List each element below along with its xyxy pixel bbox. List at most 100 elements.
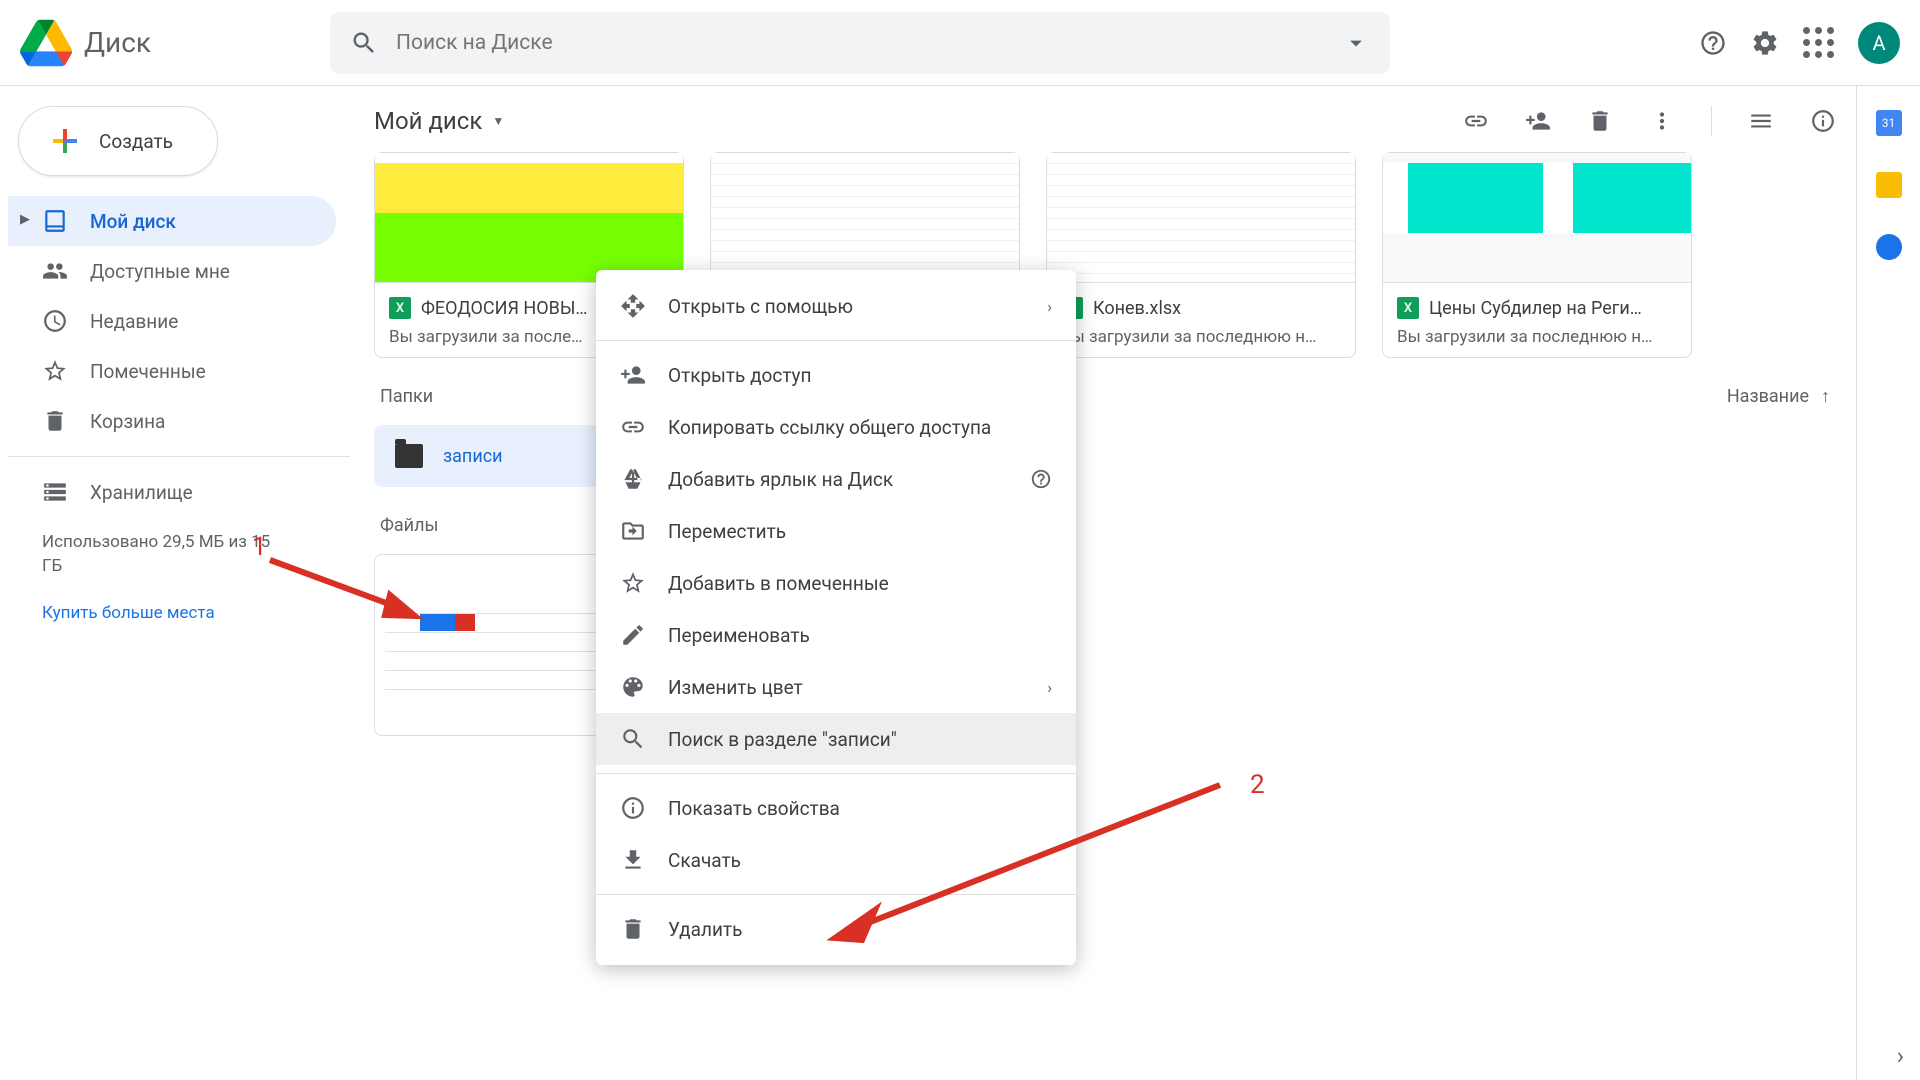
chevron-right-icon: › xyxy=(1047,678,1052,697)
menu-change-color[interactable]: Изменить цвет › xyxy=(596,661,1076,713)
file-card[interactable]: X Цены Субдилер на Реги… Вы загрузили за … xyxy=(1382,152,1692,358)
delete-icon[interactable] xyxy=(1587,108,1613,134)
calendar-icon[interactable]: 31 xyxy=(1876,110,1902,136)
menu-download[interactable]: Скачать xyxy=(596,834,1076,886)
share-icon[interactable] xyxy=(1525,108,1551,134)
search-icon xyxy=(350,29,378,57)
menu-rename[interactable]: Переименовать xyxy=(596,609,1076,661)
menu-share[interactable]: Открыть доступ xyxy=(596,349,1076,401)
search-input[interactable] xyxy=(396,31,1342,55)
settings-icon[interactable] xyxy=(1751,29,1779,57)
create-label: Создать xyxy=(99,130,173,153)
sidebar-item-recent[interactable]: Недавние xyxy=(8,296,336,346)
menu-details[interactable]: Показать свойства xyxy=(596,782,1076,834)
sidebar-item-label: Помеченные xyxy=(90,360,206,383)
file-name: Цены Субдилер на Реги… xyxy=(1429,298,1642,319)
keep-icon[interactable] xyxy=(1876,172,1902,198)
menu-label: Скачать xyxy=(668,849,741,872)
link-icon xyxy=(620,414,646,440)
menu-copy-link[interactable]: Копировать ссылку общего доступа xyxy=(596,401,1076,453)
search-bar[interactable] xyxy=(330,12,1390,74)
edit-icon xyxy=(620,622,646,648)
expand-caret-icon[interactable]: ▶ xyxy=(20,212,30,227)
buy-storage-link[interactable]: Купить больше места xyxy=(42,603,350,623)
menu-label: Копировать ссылку общего доступа xyxy=(668,416,991,439)
file-card[interactable]: XКонев.xlsx Вы загрузили за последнюю н… xyxy=(1046,152,1356,358)
storage-usage: Использовано 29,5 МБ из 15 ГБ xyxy=(42,531,272,579)
avatar[interactable]: A xyxy=(1858,22,1900,64)
search-icon xyxy=(620,726,646,752)
dropdown-caret-icon: ▼ xyxy=(492,114,504,128)
plus-icon xyxy=(47,123,83,159)
menu-label: Удалить xyxy=(668,918,742,941)
sidebar-item-starred[interactable]: Помеченные xyxy=(8,346,336,396)
shared-icon xyxy=(42,258,68,284)
sidebar-item-label: Мой диск xyxy=(90,210,176,233)
xlsx-icon: X xyxy=(389,297,411,319)
file-subtitle: Вы загрузили за последнюю н… xyxy=(1061,327,1341,347)
trash-icon xyxy=(620,916,646,942)
menu-label: Открыть с помощью xyxy=(668,295,853,318)
folder-icon xyxy=(395,444,423,468)
create-button[interactable]: Создать xyxy=(18,106,218,176)
menu-label: Переименовать xyxy=(668,624,810,647)
get-link-icon[interactable] xyxy=(1463,108,1489,134)
apps-icon[interactable] xyxy=(1803,27,1834,58)
menu-label: Показать свойства xyxy=(668,797,840,820)
palette-icon xyxy=(620,674,646,700)
sidebar-item-label: Недавние xyxy=(90,310,178,333)
context-menu: Открыть с помощью › Открыть доступ Копир… xyxy=(596,270,1076,965)
info-icon[interactable] xyxy=(1810,108,1836,134)
expand-rail-icon[interactable]: › xyxy=(1897,1042,1904,1070)
sidebar-item-label: Корзина xyxy=(90,410,165,433)
open-with-icon xyxy=(620,293,646,319)
file-thumbnail xyxy=(1383,153,1691,283)
folder-name: записи xyxy=(443,446,503,467)
sort-button[interactable]: Название ↑ xyxy=(1727,386,1830,407)
file-thumbnail xyxy=(711,153,1019,283)
sidebar-item-storage[interactable]: Хранилище xyxy=(8,467,336,517)
info-icon xyxy=(620,795,646,821)
list-view-icon[interactable] xyxy=(1748,108,1774,134)
menu-label: Добавить ярлык на Диск xyxy=(668,468,893,491)
help-circle-icon[interactable] xyxy=(1030,468,1052,490)
menu-add-star[interactable]: Добавить в помеченные xyxy=(596,557,1076,609)
drive-shortcut-icon xyxy=(620,466,646,492)
sidebar-item-trash[interactable]: Корзина xyxy=(8,396,336,446)
xlsx-icon: X xyxy=(1397,297,1419,319)
menu-search-in[interactable]: Поиск в разделе "записи" xyxy=(596,713,1076,765)
menu-label: Переместить xyxy=(668,520,786,543)
drive-logo-icon xyxy=(20,17,72,69)
file-name: Конев.xlsx xyxy=(1093,298,1181,319)
file-thumbnail xyxy=(375,153,683,283)
sidebar-item-my-drive[interactable]: Мой диск xyxy=(8,196,336,246)
section-folders: Папки xyxy=(380,386,433,407)
help-icon[interactable] xyxy=(1699,29,1727,57)
menu-label: Поиск в разделе "записи" xyxy=(668,728,897,751)
menu-label: Изменить цвет xyxy=(668,676,803,699)
product-name: Диск xyxy=(84,26,151,59)
star-icon xyxy=(42,358,68,384)
menu-label: Открыть доступ xyxy=(668,364,812,387)
tasks-icon[interactable] xyxy=(1876,234,1902,260)
star-outline-icon xyxy=(620,570,646,596)
menu-label: Добавить в помеченные xyxy=(668,572,889,595)
breadcrumb[interactable]: Мой диск ▼ xyxy=(374,107,504,135)
menu-open-with[interactable]: Открыть с помощью › xyxy=(596,280,1076,332)
sidebar-item-label: Доступные мне xyxy=(90,260,230,283)
drive-icon xyxy=(42,208,68,234)
download-icon xyxy=(620,847,646,873)
file-subtitle: Вы загрузили за последнюю н… xyxy=(1397,327,1677,347)
chevron-right-icon: › xyxy=(1047,297,1052,316)
clock-icon xyxy=(42,308,68,334)
breadcrumb-label: Мой диск xyxy=(374,107,482,135)
search-options-icon[interactable] xyxy=(1342,29,1370,57)
person-add-icon xyxy=(620,362,646,388)
sidebar-item-shared[interactable]: Доступные мне xyxy=(8,246,336,296)
trash-icon xyxy=(42,408,68,434)
storage-icon xyxy=(42,479,68,505)
menu-delete[interactable]: Удалить xyxy=(596,903,1076,955)
menu-move[interactable]: Переместить xyxy=(596,505,1076,557)
more-icon[interactable] xyxy=(1649,108,1675,134)
menu-add-shortcut[interactable]: Добавить ярлык на Диск xyxy=(596,453,1076,505)
